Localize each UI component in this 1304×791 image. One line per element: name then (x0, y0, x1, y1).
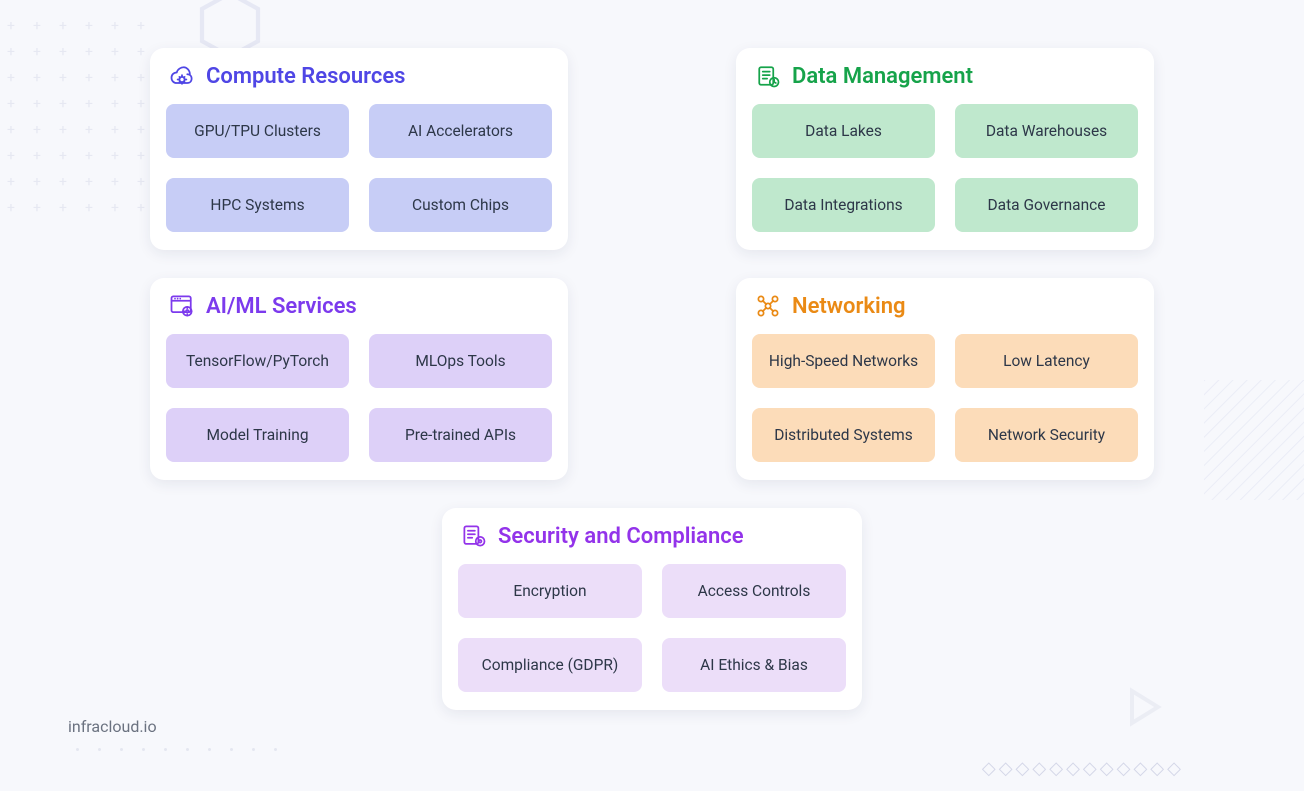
card-title: AI/ML Services (206, 294, 357, 319)
tile-model-training: Model Training (166, 408, 349, 462)
browser-gear-icon (168, 292, 196, 320)
tile-data-governance: Data Governance (955, 178, 1138, 232)
card-security-compliance: Security and Compliance Encryption Acces… (442, 508, 862, 710)
tile-ai-accelerators: AI Accelerators (369, 104, 552, 158)
tile-data-integrations: Data Integrations (752, 178, 935, 232)
card-data-management: Data Management Data Lakes Data Warehous… (736, 48, 1154, 250)
tiles-grid: GPU/TPU Clusters AI Accelerators HPC Sys… (166, 104, 552, 232)
row-2: AI/ML Services TensorFlow/PyTorch MLOps … (150, 278, 1154, 480)
card-compute-resources: Compute Resources GPU/TPU Clusters AI Ac… (150, 48, 568, 250)
tile-low-latency: Low Latency (955, 334, 1138, 388)
tile-custom-chips: Custom Chips (369, 178, 552, 232)
row-1: Compute Resources GPU/TPU Clusters AI Ac… (150, 48, 1154, 250)
card-title: Networking (792, 294, 906, 319)
card-header: Data Management (752, 62, 1138, 90)
tiles-grid: Data Lakes Data Warehouses Data Integrat… (752, 104, 1138, 232)
tile-hpc: HPC Systems (166, 178, 349, 232)
tile-gpu-tpu: GPU/TPU Clusters (166, 104, 349, 158)
tile-network-security: Network Security (955, 408, 1138, 462)
database-icon (754, 62, 782, 90)
card-header: AI/ML Services (166, 292, 552, 320)
card-header: Networking (752, 292, 1138, 320)
tile-high-speed: High-Speed Networks (752, 334, 935, 388)
tile-distributed: Distributed Systems (752, 408, 935, 462)
tiles-grid: TensorFlow/PyTorch MLOps Tools Model Tra… (166, 334, 552, 462)
card-header: Security and Compliance (458, 522, 846, 550)
cloud-gear-icon (168, 62, 196, 90)
tile-mlops: MLOps Tools (369, 334, 552, 388)
card-networking: Networking High-Speed Networks Low Laten… (736, 278, 1154, 480)
card-title: Data Management (792, 64, 973, 89)
card-aiml-services: AI/ML Services TensorFlow/PyTorch MLOps … (150, 278, 568, 480)
row-3: Security and Compliance Encryption Acces… (150, 508, 1154, 710)
card-title: Security and Compliance (498, 524, 744, 549)
decoration-wave: ◇◇◇◇◇◇◇◇◇◇◇◇ (982, 758, 1184, 779)
shield-doc-icon (460, 522, 488, 550)
watermark: infracloud.io (68, 717, 157, 736)
card-header: Compute Resources (166, 62, 552, 90)
tiles-grid: High-Speed Networks Low Latency Distribu… (752, 334, 1138, 462)
network-icon (754, 292, 782, 320)
tile-tensorflow: TensorFlow/PyTorch (166, 334, 349, 388)
tile-encryption: Encryption (458, 564, 642, 618)
tiles-grid: Encryption Access Controls Compliance (G… (458, 564, 846, 692)
diagram-container: Compute Resources GPU/TPU Clusters AI Ac… (0, 0, 1304, 750)
tile-pretrained-apis: Pre-trained APIs (369, 408, 552, 462)
card-title: Compute Resources (206, 64, 405, 89)
tile-ai-ethics: AI Ethics & Bias (662, 638, 846, 692)
tile-data-warehouses: Data Warehouses (955, 104, 1138, 158)
tile-data-lakes: Data Lakes (752, 104, 935, 158)
tile-access-controls: Access Controls (662, 564, 846, 618)
tile-compliance: Compliance (GDPR) (458, 638, 642, 692)
